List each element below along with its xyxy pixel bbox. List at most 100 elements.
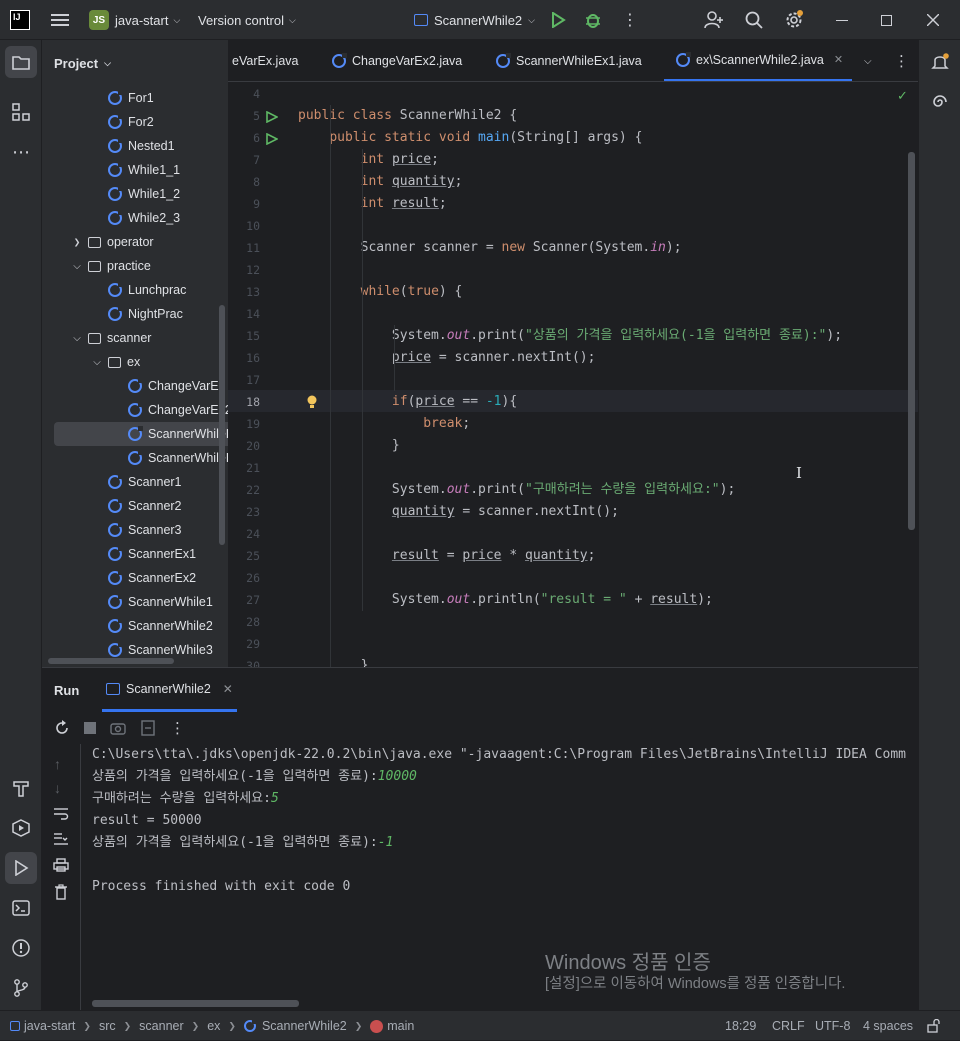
breadcrumb-item[interactable]: scanner [139,1019,183,1033]
trash-icon[interactable] [53,884,69,903]
notifications-button[interactable] [924,46,956,78]
chevron-down-icon[interactable]: ⌵ [90,357,104,368]
git-tool-button[interactable] [5,972,37,1004]
breadcrumb-item[interactable]: src [99,1019,116,1033]
tree-item[interactable]: ⌵ scanner [42,326,151,350]
services-tool-button[interactable] [5,812,37,844]
settings-button[interactable] [784,0,804,40]
breadcrumb-item[interactable]: ScannerWhile2 [262,1019,347,1033]
chevron-down-icon[interactable]: ⌵ [70,333,84,344]
soft-wrap-icon[interactable] [53,806,69,823]
stop-icon[interactable] [84,722,96,734]
file-encoding[interactable]: UTF-8 [815,1011,850,1041]
problems-tool-button[interactable] [5,932,37,964]
arrow-down-icon[interactable]: ↓ [54,780,61,796]
build-tool-button[interactable] [5,772,37,804]
tree-item[interactable]: ScannerWhile2 [42,614,213,638]
code-content[interactable]: public class ScannerWhile2 { public stat… [298,82,918,667]
exit-icon[interactable] [140,720,156,736]
caret-position[interactable]: 18:29 [725,1011,756,1041]
tree-item[interactable]: While1_2 [42,182,180,206]
close-tab-icon[interactable]: ✕ [223,682,233,696]
title-bar: IJ JS java-start ⌵ Version control ⌵ Sca… [0,0,960,40]
indent-setting[interactable]: 4 spaces [863,1011,913,1041]
more-vertical-icon[interactable]: ⋮ [170,719,185,737]
tree-item[interactable]: Lunchprac [42,278,186,302]
run-button[interactable] [550,0,566,40]
more-actions-button[interactable]: ⋮ [622,0,638,40]
breadcrumb-item[interactable]: java-start [24,1019,75,1033]
project-tool-button[interactable] [5,46,37,78]
tree-item[interactable]: While2_3 [42,206,180,230]
tree-item[interactable]: ❯ operator [42,230,154,254]
lock-button[interactable] [927,1011,941,1041]
breadcrumb-item[interactable]: main [387,1019,414,1033]
tree-item[interactable]: NightPrac [42,302,183,326]
no-problems-check-icon[interactable]: ✓ [897,88,908,104]
tree-item[interactable]: ChangeVarEx [42,374,225,398]
java-class-icon [108,210,123,225]
app-logo[interactable]: IJ [10,0,30,40]
tree-item[interactable]: ScannerWhileEx2 [42,446,228,470]
tree-item[interactable]: ChangeVarEx2 [42,398,228,422]
project-scrollbar[interactable] [219,305,225,545]
minimize-button[interactable] [836,0,848,40]
maximize-button[interactable] [881,0,892,40]
debug-button[interactable] [584,0,602,40]
editor-tab[interactable]: eVarEx.java [228,40,298,81]
more-tools-button[interactable]: ⋯ [5,136,37,168]
camera-icon[interactable] [110,721,126,735]
tree-item[interactable]: Scanner1 [42,470,182,494]
tree-item[interactable]: Nested1 [42,134,175,158]
search-button[interactable] [745,0,763,40]
project-widget[interactable]: JS java-start ⌵ [89,0,180,40]
close-window-button[interactable] [927,0,939,40]
console-line: C:\Users\tta\.jdks\openjdk-22.0.2\bin\ja… [92,747,906,762]
terminal-tool-button[interactable] [5,892,37,924]
tree-item[interactable]: While1_1 [42,158,180,182]
project-badge: JS [89,10,109,30]
tabs-more-button[interactable]: ⋮ [894,40,909,82]
run-gutter-icon[interactable] [266,132,279,148]
run-config-selector[interactable]: ScannerWhile2 ⌵ [414,0,535,40]
rerun-icon[interactable] [54,720,70,736]
print-icon[interactable] [53,858,69,875]
tree-item[interactable]: ⌵ practice [42,254,151,278]
tree-item[interactable]: Scanner2 [42,494,182,518]
vcs-widget[interactable]: Version control ⌵ [198,0,296,40]
scroll-to-end-icon[interactable] [53,832,69,849]
tree-item[interactable]: ScannerEx2 [42,566,196,590]
tabs-dropdown-button[interactable]: ⌵ [864,40,872,82]
terminal-icon [12,900,30,916]
chevron-right-icon[interactable]: ❯ [71,238,82,247]
editor-tab[interactable]: ScannerWhileEx1.java [496,40,642,81]
breadcrumb-item[interactable]: ex [207,1019,220,1033]
main-menu-button[interactable] [50,0,70,40]
tree-item[interactable]: Scanner3 [42,518,182,542]
run-tool-button[interactable] [5,852,37,884]
add-user-button[interactable] [704,0,724,40]
project-panel-header[interactable]: Project ⌵ [42,40,228,86]
tree-item[interactable]: ScannerEx1 [42,542,196,566]
tree-item[interactable]: ScannerWhileEx1 [54,422,228,446]
ai-assistant-button[interactable] [924,86,956,118]
line-separator[interactable]: CRLF [772,1011,805,1041]
arrow-up-icon[interactable]: ↑ [54,756,61,772]
tree-item[interactable]: For1 [42,86,154,110]
run-gutter-icon[interactable] [266,110,279,126]
project-hscrollbar[interactable] [48,658,174,664]
run-tab[interactable]: ScannerWhile2 ✕ [102,668,237,712]
chevron-down-icon[interactable]: ⌵ [70,261,84,272]
console-output[interactable]: C:\Users\tta\.jdks\openjdk-22.0.2\bin\ja… [81,744,918,1011]
close-tab-icon[interactable]: ✕ [834,53,843,66]
console-hscrollbar[interactable] [92,1000,299,1007]
structure-tool-button[interactable] [5,96,37,128]
tree-item[interactable]: For2 [42,110,154,134]
more-vertical-icon: ⋮ [622,12,638,29]
tab-label: ChangeVarEx2.java [352,54,463,68]
editor-scrollbar[interactable] [908,152,915,530]
tree-item[interactable]: ScannerWhile1 [42,590,213,614]
tree-item[interactable]: ⌵ ex [42,350,140,374]
editor-tab[interactable]: ChangeVarEx2.java [332,40,463,81]
editor-tab[interactable]: ex\ScannerWhile2.java ✕ [664,40,852,81]
